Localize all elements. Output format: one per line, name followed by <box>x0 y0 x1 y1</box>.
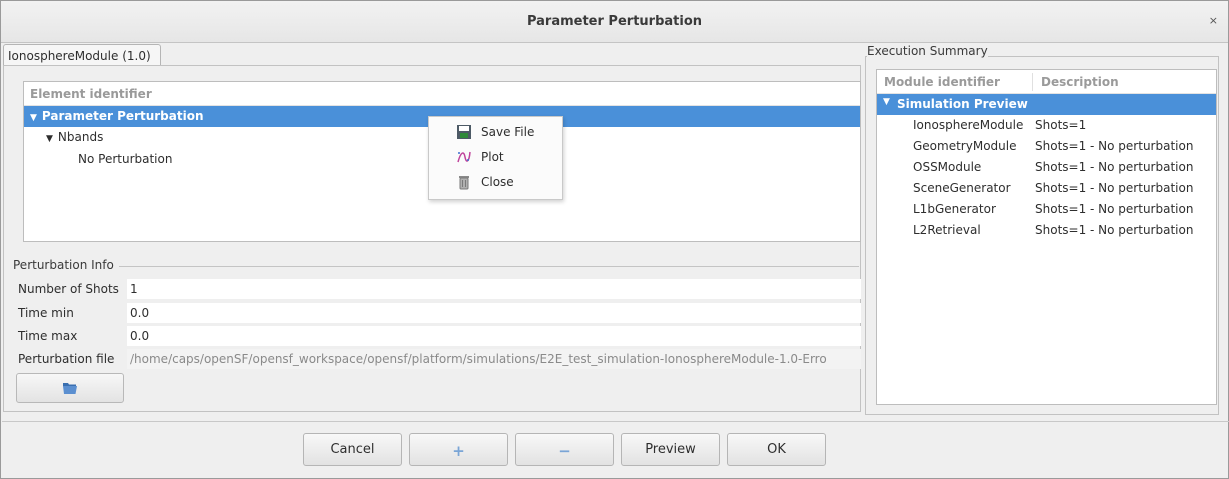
summary-row[interactable]: GeometryModule Shots=1 - No perturbation <box>877 136 1216 157</box>
close-icon[interactable]: × <box>1209 14 1218 27</box>
summary-root-label: Simulation Preview <box>897 97 1028 111</box>
summary-row[interactable]: SceneGenerator Shots=1 - No perturbation <box>877 178 1216 199</box>
menu-item-label: Save File <box>481 125 535 139</box>
col-description[interactable]: Description <box>1041 75 1119 89</box>
menu-item-label: Close <box>481 175 514 189</box>
expand-arrow-icon[interactable]: ▼ <box>30 113 37 123</box>
summary-description: Shots=1 <box>1035 118 1087 132</box>
number-of-shots-label: Number of Shots <box>18 282 119 296</box>
summary-module: OSSModule <box>913 160 982 174</box>
perturbation-file-field[interactable]: /home/caps/openSF/opensf_workspace/opens… <box>127 349 861 369</box>
minus-icon: − <box>558 442 571 460</box>
summary-row[interactable]: OSSModule Shots=1 - No perturbation <box>877 157 1216 178</box>
summary-module: L2Retrieval <box>913 223 981 237</box>
column-separator <box>1032 73 1033 91</box>
cancel-button[interactable]: Cancel <box>303 433 402 466</box>
summary-row[interactable]: L1bGenerator Shots=1 - No perturbation <box>877 199 1216 220</box>
summary-row-simulation-preview[interactable]: ▼ Simulation Preview <box>877 94 1216 115</box>
execution-summary-table[interactable]: Module identifier Description ▼ Simulati… <box>876 69 1217 405</box>
tab-ionosphere-module[interactable]: IonosphereModule (1.0) <box>3 44 161 66</box>
summary-module: L1bGenerator <box>913 202 996 216</box>
trash-icon <box>456 174 472 193</box>
summary-row[interactable]: IonosphereModule Shots=1 <box>877 115 1216 136</box>
summary-description: Shots=1 - No perturbation <box>1035 223 1194 237</box>
bottom-separator <box>2 421 1229 422</box>
time-min-field[interactable]: 0.0 <box>127 303 861 323</box>
summary-row[interactable]: L2Retrieval Shots=1 - No perturbation <box>877 220 1216 241</box>
summary-description: Shots=1 - No perturbation <box>1035 202 1194 216</box>
group-divider <box>119 266 859 267</box>
tree-row-label: Parameter Perturbation <box>41 109 204 123</box>
tree-header-element-identifier: Element identifier <box>24 82 860 106</box>
window-title: Parameter Perturbation <box>526 14 703 29</box>
menu-item-label: Plot <box>481 150 504 164</box>
plus-icon: + <box>452 442 465 460</box>
ok-button[interactable]: OK <box>727 433 826 466</box>
expand-arrow-icon[interactable]: ▼ <box>46 134 53 144</box>
preview-button[interactable]: Preview <box>621 433 720 466</box>
context-menu: Save File Plot Close <box>428 116 563 200</box>
number-of-shots-field[interactable]: 1 <box>127 279 861 299</box>
add-button[interactable]: + <box>409 433 508 466</box>
summary-module: GeometryModule <box>913 139 1017 153</box>
tree-row-label: No Perturbation <box>78 152 173 166</box>
plot-icon <box>456 149 472 168</box>
col-module-identifier[interactable]: Module identifier <box>884 75 1000 89</box>
expand-arrow-icon[interactable]: ▼ <box>883 97 890 107</box>
execution-summary-label: Execution Summary <box>867 44 988 58</box>
time-max-label: Time max <box>18 329 78 343</box>
parameter-perturbation-dialog: Parameter Perturbation × IonosphereModul… <box>0 0 1229 479</box>
summary-table-header: Module identifier Description <box>877 70 1216 94</box>
save-icon <box>456 124 472 143</box>
tree-row-label: Nbands <box>57 130 104 144</box>
perturbation-info-label: Perturbation Info <box>13 258 114 272</box>
summary-module: IonosphereModule <box>913 118 1024 132</box>
summary-module: SceneGenerator <box>913 181 1011 195</box>
time-max-field[interactable]: 0.0 <box>127 326 861 346</box>
summary-description: Shots=1 - No perturbation <box>1035 181 1194 195</box>
summary-description: Shots=1 - No perturbation <box>1035 160 1194 174</box>
title-bar: Parameter Perturbation × <box>1 1 1228 43</box>
folder-open-icon <box>62 381 78 398</box>
perturbation-file-label: Perturbation file <box>18 352 115 366</box>
summary-description: Shots=1 - No perturbation <box>1035 139 1194 153</box>
time-min-label: Time min <box>18 306 74 320</box>
browse-file-button[interactable] <box>16 373 124 403</box>
remove-button[interactable]: − <box>515 433 614 466</box>
